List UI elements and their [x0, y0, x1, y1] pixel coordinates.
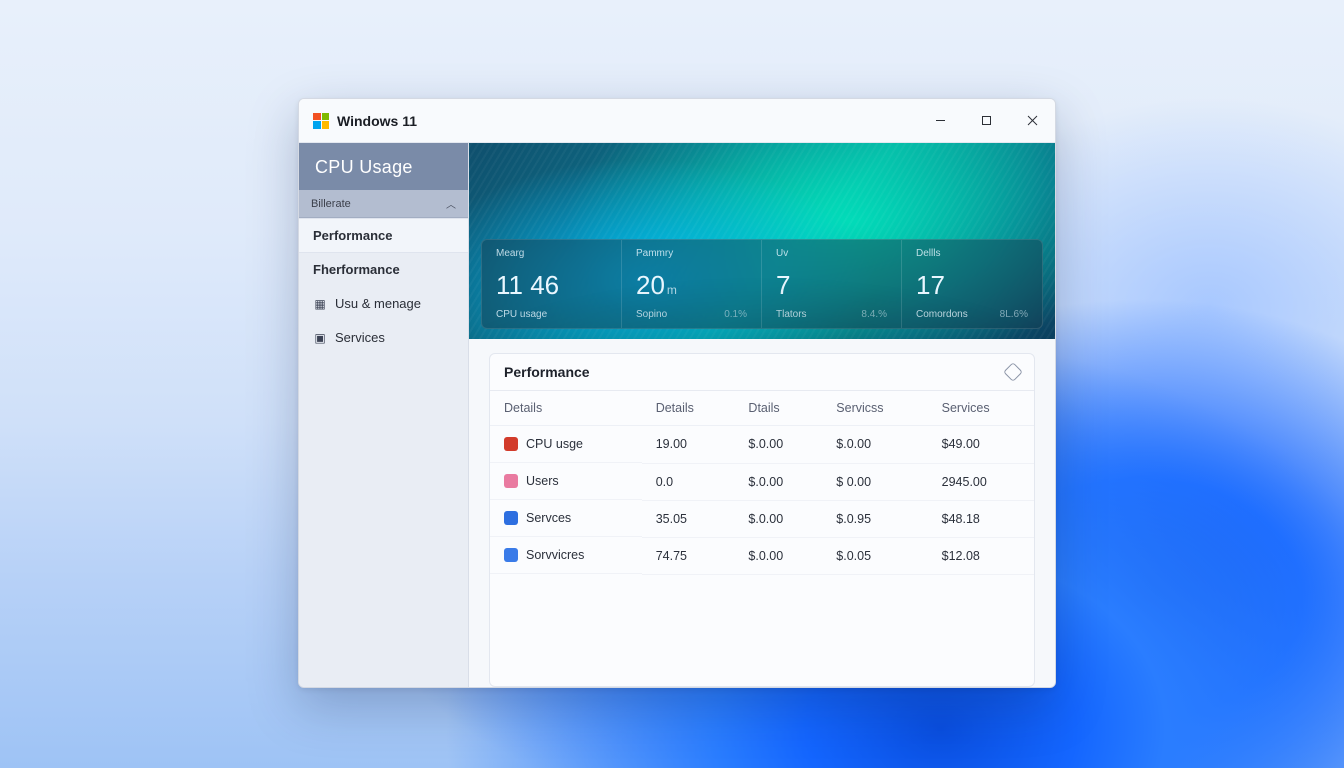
sidebar-item-services[interactable]: ▣ Services	[299, 321, 468, 355]
stat-value: 17	[916, 272, 1028, 298]
minimize-icon	[935, 115, 946, 126]
table-row[interactable]: Users 0.0$.0.00$ 0.002945.00	[490, 463, 1034, 500]
row-name: Users	[526, 474, 559, 488]
chevron-up-icon: ︿	[446, 196, 456, 211]
row-name-cell: CPU usge	[490, 426, 642, 463]
stat-top-label: Mearg	[496, 248, 607, 259]
stat-value: 7	[776, 272, 887, 298]
row-cell: $12.08	[928, 537, 1034, 574]
stat-card[interactable]: Mearg 11 46 CPU usage	[482, 240, 622, 328]
row-cell: $.0.00	[734, 426, 822, 464]
minimize-button[interactable]	[917, 99, 963, 143]
sidebar-dropdown[interactable]: Billerate ︿	[299, 190, 468, 218]
row-cell: $.0.00	[734, 537, 822, 574]
sidebar-item-manage[interactable]: ▦ Usu & menage	[299, 287, 468, 321]
row-name: CPU usge	[526, 437, 583, 451]
row-name: Servces	[526, 511, 571, 525]
close-icon	[1027, 115, 1038, 126]
hero-banner: Mearg 11 46 CPU usage Pammry 20m Sopino 0…	[469, 143, 1055, 339]
row-cell: $.0.00	[734, 463, 822, 500]
row-cell: $.0.00	[734, 500, 822, 537]
column-header[interactable]: Details	[642, 391, 735, 426]
sidebar-item-label: Usu & menage	[335, 296, 421, 311]
row-cell: $48.18	[928, 500, 1034, 537]
row-cell: $.0.95	[822, 500, 927, 537]
row-name-cell: Servces	[490, 500, 642, 537]
stat-sub-right: 8L.6%	[1000, 309, 1028, 320]
row-cell: 74.75	[642, 537, 735, 574]
stat-cards: Mearg 11 46 CPU usage Pammry 20m Sopino 0…	[481, 239, 1043, 329]
sidebar-item-label: Fherformance	[313, 262, 400, 277]
performance-table: Details Details Dtails Servicss Services…	[490, 391, 1034, 575]
row-icon	[504, 474, 518, 488]
stat-sub-left: Comordons	[916, 309, 968, 320]
panel-title: Performance	[504, 364, 590, 380]
sidebar-item-fherformance[interactable]: Fherformance	[299, 253, 468, 287]
column-header[interactable]: Services	[928, 391, 1034, 426]
row-cell: 2945.00	[928, 463, 1034, 500]
sidebar-item-performance[interactable]: Performance	[299, 218, 468, 253]
stat-card[interactable]: Uv 7 Tlators 8.4.%	[762, 240, 902, 328]
row-cell: 19.00	[642, 426, 735, 464]
row-cell: $.0.00	[822, 426, 927, 464]
row-cell: $.0.05	[822, 537, 927, 574]
row-icon	[504, 511, 518, 525]
stat-top-label: Dellls	[916, 248, 1028, 259]
refresh-icon[interactable]	[1003, 362, 1023, 382]
row-icon	[504, 548, 518, 562]
table-header-row: Details Details Dtails Servicss Services	[490, 391, 1034, 426]
stat-top-label: Uv	[776, 248, 887, 259]
row-name: Sorvvicres	[526, 548, 584, 562]
maximize-icon	[981, 115, 992, 126]
window-controls	[917, 99, 1055, 143]
titlebar: Windows 11	[299, 99, 1055, 143]
sidebar: CPU Usage Billerate ︿ Performance Fherfo…	[299, 143, 469, 687]
row-cell: $49.00	[928, 426, 1034, 464]
row-name-cell: Users	[490, 463, 642, 500]
manage-icon: ▦	[313, 297, 327, 311]
row-cell: $ 0.00	[822, 463, 927, 500]
sidebar-item-label: Performance	[313, 228, 392, 243]
column-header[interactable]: Details	[490, 391, 642, 426]
row-icon	[504, 437, 518, 451]
stat-value: 20m	[636, 272, 747, 298]
table-row[interactable]: Servces 35.05$.0.00$.0.95$48.18	[490, 500, 1034, 537]
stat-sub-left: CPU usage	[496, 309, 547, 320]
sidebar-title: CPU Usage	[299, 143, 468, 190]
sidebar-item-label: Services	[335, 330, 385, 345]
performance-panel: Performance Details Details Dtails Servi…	[489, 353, 1035, 687]
column-header[interactable]: Servicss	[822, 391, 927, 426]
panel-header: Performance	[490, 354, 1034, 391]
stat-top-label: Pammry	[636, 248, 747, 259]
stat-sub-right: 0.1%	[724, 309, 747, 320]
stat-sub-right: 8.4.%	[861, 309, 887, 320]
table-row[interactable]: CPU usge19.00$.0.00$.0.00$49.00	[490, 426, 1034, 464]
maximize-button[interactable]	[963, 99, 1009, 143]
row-cell: 0.0	[642, 463, 735, 500]
column-header[interactable]: Dtails	[734, 391, 822, 426]
stat-sub-left: Tlators	[776, 309, 807, 320]
windows-logo-icon	[313, 113, 329, 129]
stat-card[interactable]: Dellls 17 Comordons 8L.6%	[902, 240, 1042, 328]
main-content: Mearg 11 46 CPU usage Pammry 20m Sopino 0…	[469, 143, 1055, 687]
services-icon: ▣	[313, 331, 327, 345]
row-cell: 35.05	[642, 500, 735, 537]
table-row[interactable]: Sorvvicres 74.75$.0.00$.0.05$12.08	[490, 537, 1034, 574]
stat-value: 11 46	[496, 272, 607, 298]
stat-card[interactable]: Pammry 20m Sopino 0.1%	[622, 240, 762, 328]
stat-sub-left: Sopino	[636, 309, 667, 320]
app-window: Windows 11 CPU Usage Billerate ︿ Perform…	[298, 98, 1056, 688]
sidebar-dropdown-label: Billerate	[311, 198, 351, 210]
row-name-cell: Sorvvicres	[490, 537, 642, 574]
close-button[interactable]	[1009, 99, 1055, 143]
window-title: Windows 11	[337, 113, 417, 129]
